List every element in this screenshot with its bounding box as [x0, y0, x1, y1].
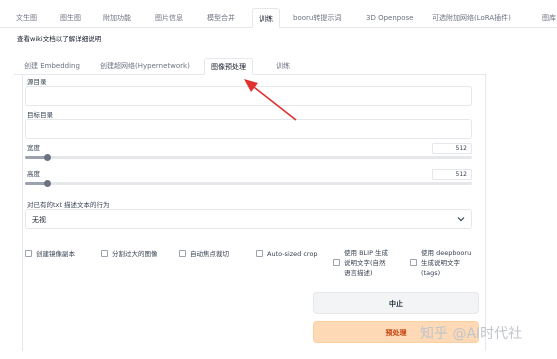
autofocus-checkbox-label: 自动焦点裁切	[190, 250, 229, 258]
subtab-train[interactable]: 训练	[270, 58, 296, 75]
wiki-notice[interactable]: 查看wiki文档以了解详细说明	[17, 33, 101, 43]
checkbox-box[interactable]	[256, 250, 263, 257]
height-label: 高度	[27, 170, 40, 178]
height-number-input[interactable]: 512	[432, 169, 472, 180]
tab-3d-openpose[interactable]: 3D Openpose	[360, 8, 419, 28]
blip-label-line2: 说明文字(自然	[344, 259, 386, 267]
watermark: 知乎 @AI时代社	[420, 326, 523, 342]
subtab-create-hypernetwork[interactable]: 创建超网络(Hypernetwork)	[94, 58, 196, 75]
checkbox-box[interactable]	[333, 259, 340, 266]
blip-label-line1: 使用 BLIP 生成	[344, 249, 389, 257]
subtab-create-embedding[interactable]: 创建 Embedding	[18, 58, 86, 75]
autosize-crop-checkbox-label: Auto-sized crop	[267, 250, 318, 258]
tab-txt2img[interactable]: 文生图	[10, 8, 43, 28]
source-dir-input[interactable]	[25, 86, 472, 106]
target-dir-label: 目标目录	[27, 111, 53, 119]
autofocus-checkbox[interactable]: 自动焦点裁切	[179, 249, 229, 259]
deepbooru-label-line1: 使用 deepbooru	[421, 249, 472, 257]
tab-booru-prompt[interactable]: booru转提示词	[287, 8, 347, 28]
caption-action-value: 无视	[32, 216, 46, 224]
tab-gallery[interactable]: 图库	[536, 8, 557, 28]
width-slider-track[interactable]	[25, 156, 472, 159]
height-slider-track[interactable]	[25, 182, 472, 185]
tab-png-info[interactable]: 图片信息	[149, 8, 189, 28]
tab-train[interactable]: 训练	[252, 8, 280, 28]
target-dir-input[interactable]	[25, 119, 472, 139]
checkbox-box[interactable]	[410, 259, 417, 266]
checkbox-box[interactable]	[179, 250, 186, 257]
blip-checkbox[interactable]	[333, 258, 340, 266]
top-tab-bar: 文生图 图生图 附加功能 图片信息 模型合并 训练 booru转提示词 3D O…	[0, 8, 557, 28]
tab-img2img[interactable]: 图生图	[54, 8, 87, 28]
tab-checkpoint-merger[interactable]: 模型合并	[201, 8, 241, 28]
tab-additional-networks[interactable]: 可选附加网络(LoRA插件)	[426, 8, 517, 28]
deepbooru-label-line3: (tags)	[421, 269, 441, 277]
sub-tab-bar: 创建 Embedding 创建超网络(Hypernetwork) 图像预处理 训…	[14, 58, 486, 75]
deepbooru-label-line2: 生成说明文字	[421, 259, 460, 267]
width-label: 宽度	[27, 144, 40, 152]
width-slider-thumb[interactable]	[43, 154, 51, 161]
caption-action-label: 对已有的txt 描述文本的行为	[27, 201, 110, 209]
autosize-crop-checkbox[interactable]: Auto-sized crop	[256, 249, 318, 259]
interrupt-button[interactable]: 中止	[313, 292, 479, 314]
split-checkbox-label: 分割过大的图像	[112, 250, 158, 258]
chevron-down-icon	[457, 217, 465, 222]
blip-label-line3: 语言描述)	[344, 269, 373, 277]
deepbooru-checkbox[interactable]	[410, 258, 417, 266]
subtab-preprocess-images[interactable]: 图像预处理	[204, 58, 253, 75]
split-checkbox[interactable]: 分割过大的图像	[101, 249, 158, 259]
checkbox-box[interactable]	[25, 250, 32, 257]
height-slider-thumb[interactable]	[43, 180, 51, 187]
mirror-checkbox-label: 创建镜像副本	[36, 250, 75, 258]
checkbox-box[interactable]	[101, 250, 108, 257]
source-dir-label: 源目录	[27, 78, 47, 86]
tab-extras[interactable]: 附加功能	[97, 8, 137, 28]
mirror-checkbox[interactable]: 创建镜像副本	[25, 249, 75, 259]
width-number-input[interactable]: 512	[432, 143, 472, 154]
caption-action-select[interactable]: 无视	[25, 209, 472, 229]
